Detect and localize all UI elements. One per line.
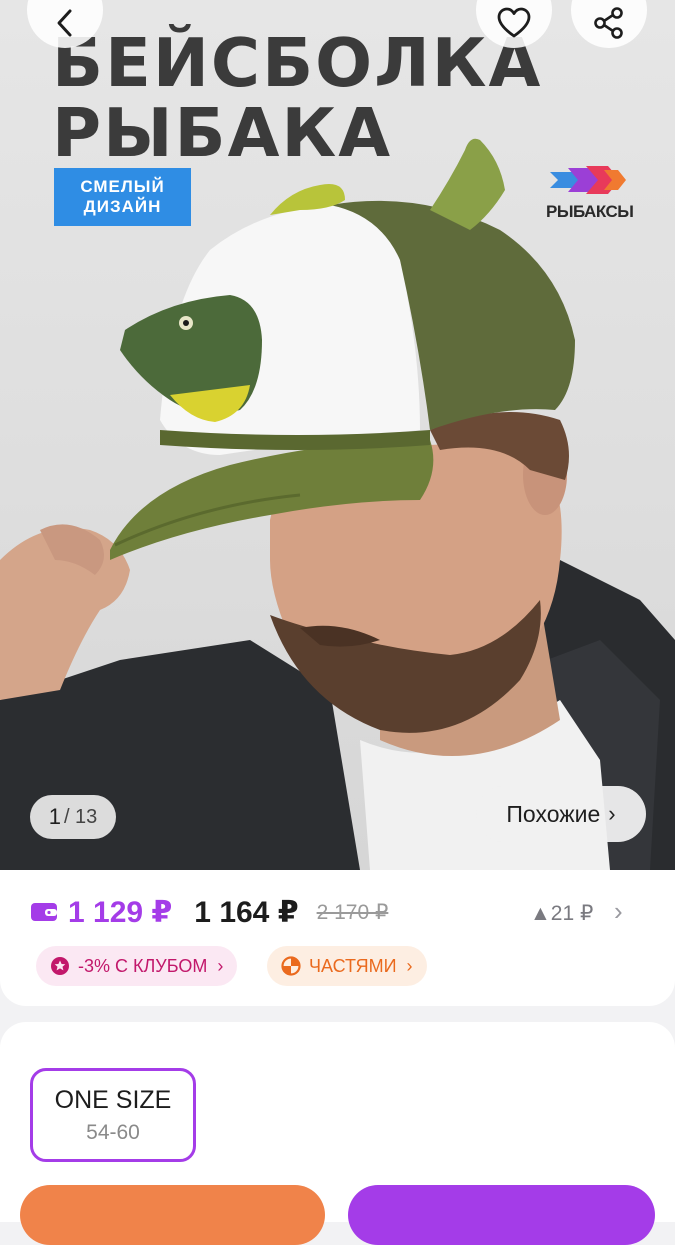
club-discount-label: -3% С КЛУБОМ [78,955,208,976]
size-option-selected[interactable]: ONE SIZE 54-60 [30,1068,196,1162]
chevron-right-icon[interactable]: › [614,896,623,927]
gallery-counter: 1 / 13 [30,795,116,839]
star-badge-icon [51,957,69,975]
design-badge-line-1: СМЕЛЫЙ [80,177,165,196]
chevron-right-icon: › [608,801,616,826]
heart-icon [497,7,531,38]
club-discount-chip[interactable]: -3% С КЛУБОМ › [36,946,238,986]
hero-title-line-2: РЫБАКА [52,94,393,172]
buy-now-button[interactable] [348,1185,655,1245]
chevron-left-icon [57,9,72,37]
product-gallery[interactable]: БЕЙСБОЛКА РЫБАКА СМЕЛЫЙ ДИЗАЙН РЫБАКСЫ 1… [0,0,675,870]
price-row: 1 129 ₽ 1 164 ₽ 2 170 ₽ [30,894,388,930]
hero-title-line-1: БЕЙСБОЛКА [52,24,543,102]
add-to-cart-button[interactable] [20,1185,325,1245]
installments-chip[interactable]: ЧАСТЯМИ › [267,946,427,986]
share-icon [594,7,623,39]
similar-button[interactable]: Похожие › [476,786,646,842]
brand-name: РЫБАКСЫ [546,202,634,221]
size-range: 54-60 [86,1120,140,1144]
chevron-right-icon: › [217,955,224,976]
pie-chart-icon [281,956,301,976]
price-change[interactable]: ▲21 ₽ [530,901,593,926]
price-card: 1 129 ₽ 1 164 ₽ 2 170 ₽ ▲21 ₽ › -3% С КЛ… [0,870,675,1006]
chevron-right-icon: › [406,955,413,976]
brand-logo: РЫБАКСЫ [546,162,634,228]
gallery-counter-current: 1 [48,804,61,829]
design-badge-line-2: ДИЗАЙН [83,197,162,216]
club-price: 1 129 ₽ [68,895,173,929]
old-price: 2 170 ₽ [316,900,389,924]
installments-label: ЧАСТЯМИ [309,955,397,976]
hero-title: БЕЙСБОЛКА РЫБАКА [52,28,542,168]
size-name: ONE SIZE [54,1085,172,1114]
design-badge: СМЕЛЫЙ ДИЗАЙН [54,168,191,226]
current-price: 1 164 ₽ [194,895,299,929]
brand-arrows-icon [550,166,626,194]
similar-button-label: Похожие [506,800,601,827]
gallery-counter-total: / 13 [63,805,98,828]
wallet-icon [31,903,57,921]
